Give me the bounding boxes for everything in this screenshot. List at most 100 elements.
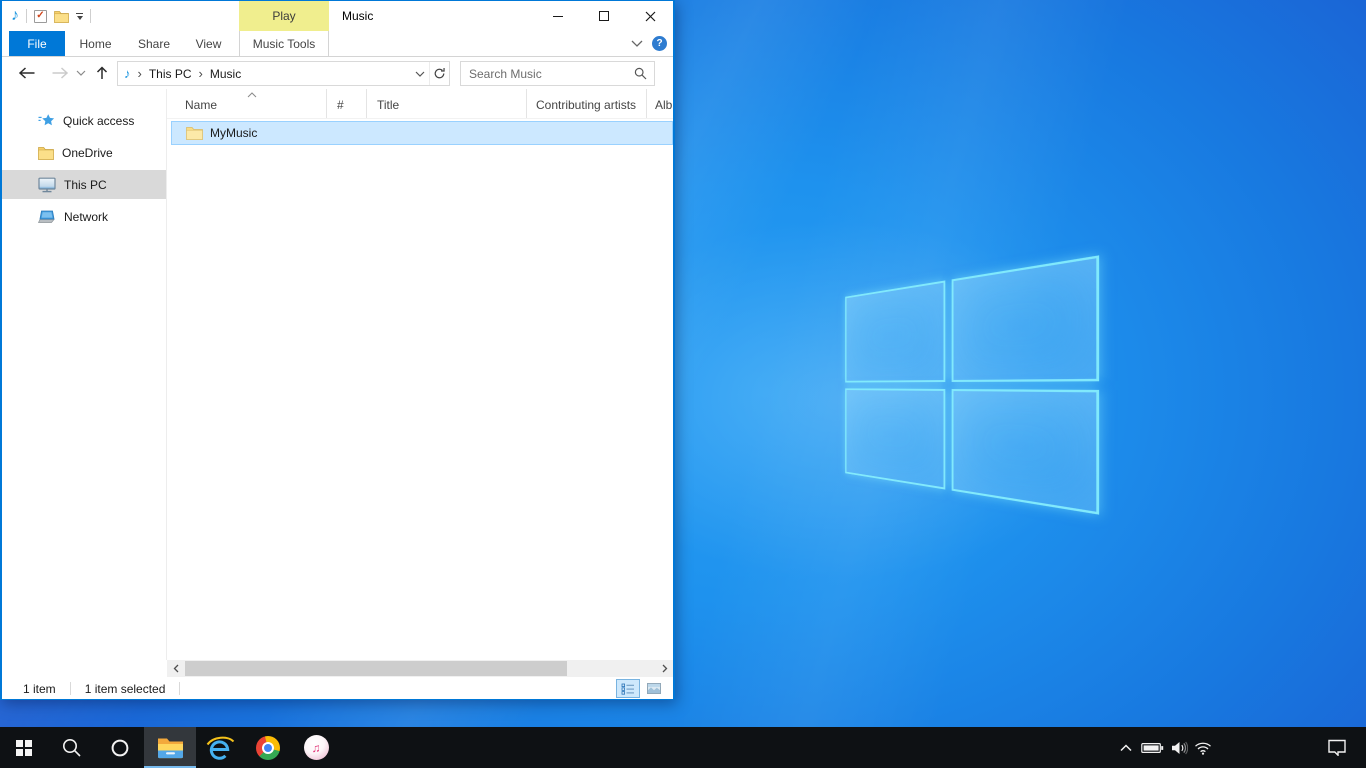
scroll-right-icon[interactable] [656, 660, 673, 677]
view-toggle-buttons [616, 679, 666, 698]
scrollbar-thumb[interactable] [185, 661, 567, 676]
horizontal-scrollbar-row [2, 660, 673, 678]
separator [70, 682, 71, 695]
breadcrumb-this-pc[interactable]: This PC [149, 67, 192, 81]
windows-logo [845, 255, 1099, 514]
this-pc-monitor-icon [38, 177, 56, 193]
column-headers: Name # Title Contributing artists Alb [167, 89, 673, 119]
recent-locations-chevron-icon[interactable] [76, 70, 86, 76]
file-explorer-icon [157, 736, 184, 759]
caption-buttons [535, 1, 673, 31]
large-icons-view-button[interactable] [642, 679, 666, 698]
onedrive-folder-icon [38, 146, 54, 160]
action-center-button[interactable] [1321, 727, 1353, 768]
search-input[interactable] [461, 67, 634, 81]
maximize-button[interactable] [581, 1, 627, 31]
column-header-title[interactable]: Title [367, 89, 527, 118]
item-count: 1 item [23, 682, 56, 696]
sidebar-item-this-pc[interactable]: This PC [2, 170, 166, 199]
details-view-button[interactable] [616, 679, 640, 698]
help-icon[interactable]: ? [652, 36, 667, 51]
window-title: Music [342, 1, 373, 31]
tab-file[interactable]: File [9, 31, 65, 56]
customize-toolbar-dropdown-icon[interactable] [76, 13, 83, 20]
minimize-button[interactable] [535, 1, 581, 31]
separator [179, 682, 180, 695]
address-dropdown-chevron-icon[interactable] [411, 71, 429, 77]
file-explorer-window: ♪ ✓ Play Music [0, 0, 675, 700]
taskbar-itunes-button[interactable]: ♫ [292, 727, 340, 768]
column-header-track-number[interactable]: # [327, 89, 367, 118]
ribbon-right-controls: ? [631, 31, 667, 56]
breadcrumb-chevron-icon: › [199, 66, 203, 81]
windows-logo-pane [845, 281, 945, 383]
sort-ascending-icon [247, 92, 257, 98]
expand-ribbon-chevron-icon[interactable] [631, 40, 643, 47]
thumbnail-view-icon [647, 683, 661, 694]
separator [26, 9, 27, 23]
tab-music-tools[interactable]: Music Tools [239, 31, 329, 56]
maximize-icon [599, 11, 609, 21]
new-folder-icon[interactable] [54, 10, 69, 23]
action-center-icon [1327, 739, 1347, 756]
address-bar[interactable]: ♪ › This PC › Music [117, 61, 450, 86]
column-header-contributing-artists[interactable]: Contributing artists [527, 89, 647, 118]
breadcrumb-music[interactable]: Music [210, 67, 241, 81]
taskbar-search-button[interactable] [48, 727, 96, 768]
contextual-tab-group-play[interactable]: Play [239, 1, 329, 31]
folder-icon [186, 126, 203, 140]
wifi-icon[interactable] [1188, 727, 1218, 768]
selection-count: 1 item selected [85, 682, 166, 696]
properties-icon[interactable]: ✓ [34, 10, 47, 23]
search-icon [61, 737, 83, 759]
quick-access-toolbar: ♪ ✓ [2, 8, 91, 24]
refresh-icon[interactable] [429, 62, 449, 85]
sidebar-item-onedrive[interactable]: OneDrive [2, 138, 166, 167]
forward-button[interactable] [51, 66, 69, 80]
sidebar-item-network[interactable]: Network [2, 202, 166, 231]
sidebar-item-quick-access[interactable]: Quick access [2, 106, 166, 135]
chevron-up-icon [1120, 744, 1132, 752]
network-computer-icon [38, 210, 56, 224]
minimize-icon [553, 16, 563, 17]
up-button[interactable] [94, 65, 110, 81]
search-box[interactable] [460, 61, 655, 86]
desktop: ♪ ✓ Play Music [0, 0, 1366, 768]
explorer-main: Quick access OneDrive This PC [2, 89, 673, 660]
tab-share[interactable]: Share [129, 31, 179, 56]
close-icon [645, 11, 656, 22]
column-header-album[interactable]: Alb [647, 89, 673, 118]
search-icon[interactable] [634, 67, 654, 80]
ribbon-tab-strip: File Home Share View Music Tools ? [2, 31, 673, 57]
tab-view[interactable]: View [187, 31, 230, 56]
quick-access-star-icon [38, 113, 55, 128]
taskbar-file-explorer-button[interactable] [144, 727, 196, 768]
taskbar-internet-explorer-button[interactable] [196, 727, 244, 768]
horizontal-scrollbar[interactable] [167, 660, 673, 677]
scroll-left-icon[interactable] [167, 660, 184, 677]
navigation-pane: Quick access OneDrive This PC [2, 89, 167, 660]
start-button[interactable] [0, 727, 48, 768]
sidebar-label: This PC [64, 178, 107, 192]
sidebar-label: Network [64, 210, 108, 224]
title-bar[interactable]: ♪ ✓ Play Music [2, 1, 673, 31]
taskbar-chrome-button[interactable] [244, 727, 292, 768]
music-note-folder-icon: ♪ [124, 67, 131, 80]
separator [90, 9, 91, 23]
file-row-mymusic[interactable]: MyMusic [171, 121, 673, 145]
music-note-window-icon: ♪ [11, 8, 19, 24]
tab-home[interactable]: Home [72, 31, 119, 56]
column-header-name[interactable]: Name [167, 89, 327, 118]
taskbar: ♫ [0, 727, 1366, 768]
play-tab-label: Play [272, 9, 295, 23]
close-button[interactable] [627, 1, 673, 31]
itunes-icon: ♫ [304, 735, 329, 760]
status-bar: 1 item 1 item selected [2, 678, 673, 699]
details-view-icon [621, 683, 635, 695]
breadcrumb-chevron-icon: › [138, 66, 142, 81]
sidebar-label: OneDrive [62, 146, 113, 160]
back-button[interactable] [18, 66, 36, 80]
cortana-circle-icon [109, 737, 131, 759]
sidebar-label: Quick access [63, 114, 134, 128]
cortana-button[interactable] [96, 727, 144, 768]
